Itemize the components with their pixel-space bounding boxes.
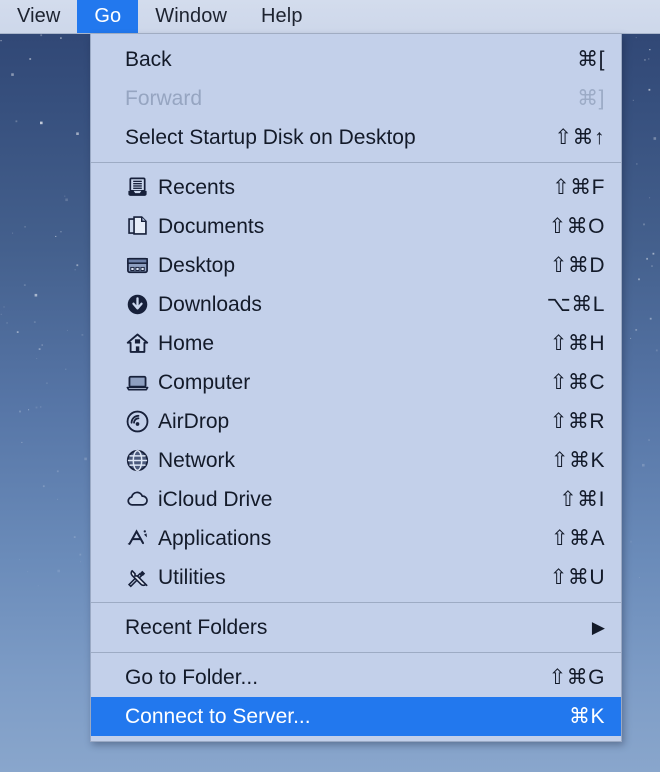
applications-icon bbox=[125, 527, 149, 551]
menu-item-shortcut: ⌘[ bbox=[577, 47, 605, 72]
menubar-item-window[interactable]: Window bbox=[138, 0, 244, 33]
computer-icon bbox=[125, 371, 149, 395]
desktop-icon bbox=[125, 254, 149, 278]
menu-item-shortcut: ⇧⌘↑ bbox=[554, 125, 605, 150]
menu-item-shortcut: ⇧⌘U bbox=[550, 565, 605, 590]
menu-separator bbox=[91, 162, 621, 163]
menubar-item-help[interactable]: Help bbox=[244, 0, 320, 33]
menu-item-label: Go to Folder... bbox=[125, 666, 527, 690]
menu-item-label: Utilities bbox=[158, 566, 528, 590]
menu-item-utilities[interactable]: Utilities ⇧⌘U bbox=[91, 558, 621, 597]
menu-item-shortcut: ⇧⌘A bbox=[551, 526, 605, 551]
menu-item-recent-folders[interactable]: Recent Folders ▶ bbox=[91, 608, 621, 647]
home-icon bbox=[125, 332, 149, 356]
go-menu-dropdown: Back ⌘[ Forward ⌘] Select Startup Disk on De… bbox=[90, 34, 622, 742]
menu-item-downloads[interactable]: Downloads ⌥⌘L bbox=[91, 285, 621, 324]
menu-item-back[interactable]: Back ⌘[ bbox=[91, 40, 621, 79]
menubar-item-label: Window bbox=[155, 5, 227, 28]
menu-item-documents[interactable]: Documents ⇧⌘O bbox=[91, 207, 621, 246]
airdrop-icon bbox=[125, 410, 149, 434]
recents-icon bbox=[125, 176, 149, 200]
menu-item-airdrop[interactable]: AirDrop ⇧⌘R bbox=[91, 402, 621, 441]
chevron-right-icon: ▶ bbox=[592, 619, 605, 636]
menu-item-label: Home bbox=[158, 332, 528, 356]
menu-item-shortcut: ⇧⌘R bbox=[550, 409, 605, 434]
menu-separator bbox=[91, 652, 621, 653]
menu-item-computer[interactable]: Computer ⇧⌘C bbox=[91, 363, 621, 402]
menu-item-recents[interactable]: Recents ⇧⌘F bbox=[91, 168, 621, 207]
menu-item-go-to-folder[interactable]: Go to Folder... ⇧⌘G bbox=[91, 658, 621, 697]
menu-item-home[interactable]: Home ⇧⌘H bbox=[91, 324, 621, 363]
utilities-icon bbox=[125, 566, 149, 590]
menu-item-shortcut: ⇧⌘F bbox=[552, 175, 605, 200]
menu-item-label: Forward bbox=[125, 87, 555, 111]
menu-item-shortcut: ⇧⌘K bbox=[551, 448, 605, 473]
menu-separator bbox=[91, 602, 621, 603]
menu-item-shortcut: ⌥⌘L bbox=[547, 292, 605, 317]
menu-item-label: AirDrop bbox=[158, 410, 528, 434]
menu-item-shortcut: ⌘] bbox=[577, 86, 605, 111]
icloud-icon bbox=[125, 488, 149, 512]
menu-item-connect-to-server[interactable]: Connect to Server... ⌘K bbox=[91, 697, 621, 736]
menubar-item-label: View bbox=[17, 5, 60, 28]
menu-item-label: iCloud Drive bbox=[158, 488, 537, 512]
menu-item-shortcut: ⇧⌘G bbox=[549, 665, 605, 690]
menu-item-forward: Forward ⌘] bbox=[91, 79, 621, 118]
menu-item-label: Back bbox=[125, 48, 555, 72]
menu-item-label: Recents bbox=[158, 176, 530, 200]
menubar-item-go[interactable]: Go bbox=[77, 0, 138, 33]
menu-item-applications[interactable]: Applications ⇧⌘A bbox=[91, 519, 621, 558]
menu-item-select-startup-disk-on-desktop[interactable]: Select Startup Disk on Desktop ⇧⌘↑ bbox=[91, 118, 621, 157]
menu-item-label: Connect to Server... bbox=[125, 705, 547, 729]
menu-item-shortcut: ⇧⌘C bbox=[550, 370, 605, 395]
menu-item-desktop[interactable]: Desktop ⇧⌘D bbox=[91, 246, 621, 285]
menu-item-shortcut: ⇧⌘D bbox=[550, 253, 605, 278]
menu-item-label: Documents bbox=[158, 215, 527, 239]
desktop-wallpaper: View Go Window Help Back ⌘[ Forward ⌘] Select S… bbox=[0, 0, 660, 772]
menu-item-label: Computer bbox=[158, 371, 528, 395]
menu-item-label: Downloads bbox=[158, 293, 525, 317]
menu-item-shortcut: ⇧⌘H bbox=[550, 331, 605, 356]
menu-item-label: Select Startup Disk on Desktop bbox=[125, 126, 532, 150]
menu-bar: View Go Window Help bbox=[0, 0, 660, 34]
menu-item-shortcut: ⌘K bbox=[569, 704, 605, 729]
menu-item-shortcut: ⇧⌘I bbox=[559, 487, 605, 512]
network-icon bbox=[125, 449, 149, 473]
menu-item-network[interactable]: Network ⇧⌘K bbox=[91, 441, 621, 480]
menu-item-label: Desktop bbox=[158, 254, 528, 278]
menubar-item-view[interactable]: View bbox=[0, 0, 77, 33]
menubar-item-label: Help bbox=[261, 5, 303, 28]
menu-item-label: Applications bbox=[158, 527, 529, 551]
menu-item-label: Network bbox=[158, 449, 529, 473]
downloads-icon bbox=[125, 293, 149, 317]
menubar-item-label: Go bbox=[94, 5, 121, 28]
menu-item-label: Recent Folders bbox=[125, 616, 570, 640]
documents-icon bbox=[125, 215, 149, 239]
menu-item-icloud-drive[interactable]: iCloud Drive ⇧⌘I bbox=[91, 480, 621, 519]
menu-item-shortcut: ⇧⌘O bbox=[549, 214, 605, 239]
